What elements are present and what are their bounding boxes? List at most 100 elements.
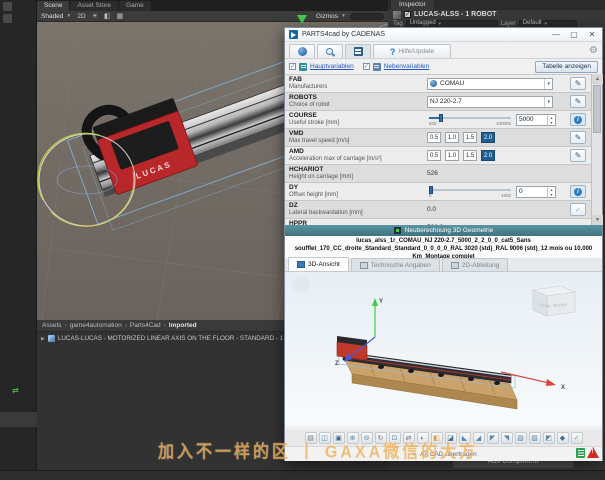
breadcrumb-separator: › (125, 322, 127, 329)
variable-table: FABManufacturersCOMAU▾✎ROBOTSChoice of r… (285, 74, 591, 225)
effects-icon[interactable]: ▦ (117, 12, 124, 20)
option-0.5[interactable]: 0.5 (427, 150, 441, 161)
slider-track[interactable] (429, 117, 511, 119)
slider-track[interactable] (429, 189, 511, 191)
settings-gear-icon[interactable]: ⚙ (589, 44, 598, 58)
close-button[interactable]: ✕ (586, 29, 598, 41)
breadcrumb-item[interactable]: game4automation (70, 322, 122, 329)
breadcrumb-item[interactable]: Parts4Cad (130, 322, 161, 329)
show-table-button[interactable]: Tabelle anzeigen (535, 61, 598, 73)
edit-button[interactable]: ✎ (570, 77, 586, 90)
2d-toggle[interactable]: 2D (77, 13, 85, 20)
active-checkbox[interactable]: ✓ (404, 11, 411, 18)
main-variables-link[interactable]: Hauptvariablen (310, 63, 354, 70)
scroll-down-icon[interactable]: ▼ (592, 215, 603, 225)
expander-icon[interactable]: ▶ (41, 336, 45, 342)
search-icon (325, 47, 335, 57)
option-1.0[interactable]: 1.0 (445, 150, 459, 161)
edit-button[interactable]: ✎ (570, 131, 586, 144)
tab-catalog[interactable] (289, 44, 315, 58)
scene-toolbar: Shaded ▼ 2D ☀ ◧ ▦ Gizmos ▼ (37, 11, 388, 22)
layer-value: Default (523, 20, 542, 27)
value-spinner[interactable]: 5000▴▾ (516, 114, 556, 126)
tab-icon (297, 261, 305, 268)
parts4cad-dialog: PARTS4cad by CADENAS — ▢ ✕ ? Hilfe/Updat… (284, 27, 603, 461)
option-0.5[interactable]: 0.5 (427, 132, 441, 143)
variable-control: 0.0 (425, 201, 565, 218)
audio-icon[interactable]: ◧ (104, 12, 111, 20)
table-row: DYOffset height [mm]016000▴▾i (285, 183, 591, 201)
gizmos-dropdown[interactable]: Gizmos ▼ (316, 13, 346, 20)
value-spinner[interactable]: 0▴▾ (516, 186, 556, 198)
inspector-tab-bar: Inspector (388, 0, 605, 10)
option-2.0[interactable]: 2.0 (481, 150, 495, 161)
gizmos-label: Gizmos (316, 13, 338, 20)
option-1.0[interactable]: 1.0 (445, 132, 459, 143)
prefab-icon (48, 335, 55, 342)
tab-search[interactable] (317, 44, 343, 58)
scroll-up-icon[interactable]: ▲ (592, 74, 603, 84)
tab-2d-ableitung[interactable]: 2D-Ableitung (442, 258, 509, 271)
table-row: FABManufacturersCOMAU▾✎ (285, 75, 591, 93)
info-button[interactable]: i (570, 113, 586, 126)
breadcrumb-item[interactable]: Assets (42, 322, 62, 329)
table-icon (354, 47, 363, 56)
swap-arrows-icon: ⇄ (12, 386, 18, 395)
tab-help-update[interactable]: ? Hilfe/Update (373, 44, 451, 58)
variables-filter-row: ✓ Hauptvariablen ✓ Nebenvariablen Tabell… (285, 59, 602, 74)
table-row: HCHARIOTHeight on carriage [mm]526 (285, 165, 591, 183)
tab-scene[interactable]: Scene (37, 1, 69, 11)
maximize-button[interactable]: ▢ (568, 29, 580, 41)
breadcrumb-item[interactable]: Imported (169, 322, 197, 329)
minimize-button[interactable]: — (550, 29, 562, 41)
edit-button[interactable]: ✎ (570, 149, 586, 162)
dialog-tab-bar: ? Hilfe/Update ⚙ (285, 42, 602, 59)
variable-label: DZLateral backwardation [mm] (285, 201, 425, 218)
secondary-variables-checkbox[interactable]: ✓ (363, 63, 370, 70)
panel-icon[interactable] (3, 2, 12, 11)
left-panel-strip: ⇄ (0, 0, 37, 470)
lighting-icon[interactable]: ☀ (92, 12, 98, 20)
tab-3d-ansicht[interactable]: 3D-Ansicht (288, 257, 349, 271)
tab-technische-angaben[interactable]: Technische Angaben (351, 258, 440, 271)
variable-control[interactable]: COMAU▾ (425, 75, 565, 92)
chevron-down-icon: ▼ (341, 13, 346, 19)
tab-asset-store[interactable]: Asset Store (70, 1, 118, 11)
tab-game[interactable]: Game (119, 1, 151, 11)
value-dropdown[interactable]: NJ 220-2.7▾ (427, 96, 553, 108)
table-row: VMDMax travel speed [m/s]0.51.01.52.0✎ (285, 129, 591, 147)
edit-button[interactable]: ✎ (570, 95, 586, 108)
main-variables-checkbox[interactable]: ✓ (289, 63, 296, 70)
variable-control[interactable]: 0.5 1.0 1.5 2.0 (425, 147, 565, 164)
variable-control[interactable]: 5001000005000▴▾ (425, 111, 565, 128)
status-bar (0, 470, 605, 480)
chevron-down-icon: ▼ (544, 20, 548, 27)
variable-control[interactable]: 0.5 1.0 1.5 2.0 (425, 129, 565, 146)
scroll-thumb[interactable] (593, 85, 601, 133)
scene-search-input[interactable] (350, 13, 384, 20)
tag-label: Tag (393, 21, 403, 27)
strip-selected-row[interactable] (0, 412, 37, 427)
value-dropdown[interactable]: COMAU▾ (427, 78, 553, 90)
secondary-variables-link[interactable]: Nebenvariablen (384, 63, 430, 70)
panel-icon[interactable] (3, 14, 12, 23)
option-1.5[interactable]: 1.5 (463, 150, 477, 161)
view-cube: Vorne Rechts (533, 286, 575, 316)
confirm-button[interactable]: ✓ (570, 203, 586, 216)
info-button[interactable]: i (570, 185, 586, 198)
dialog-title-bar[interactable]: PARTS4cad by CADENAS — ▢ ✕ (285, 28, 602, 42)
shading-dropdown[interactable]: Shaded ▼ (41, 13, 71, 20)
variable-control[interactable]: NJ 220-2.7▾ (425, 93, 565, 110)
variable-label: COURSEUseful stroke [mm] (285, 111, 425, 128)
3d-preview[interactable]: Vorne Rechts (285, 272, 602, 426)
geometry-icon (394, 227, 401, 234)
table-scrollbar[interactable]: ▲ ▼ (591, 74, 602, 225)
tab-variables[interactable] (345, 44, 371, 58)
option-2.0[interactable]: 2.0 (481, 132, 495, 143)
option-1.5[interactable]: 1.5 (463, 132, 477, 143)
tab-inspector[interactable]: Inspector (391, 0, 434, 10)
table-row: AMDAcceleration max of carriage [m/s²]0.… (285, 147, 591, 165)
gameobject-icon (393, 11, 401, 19)
screen: ⇄ SceneAsset StoreGame Shaded ▼ 2D ☀ ◧ ▦… (0, 0, 605, 480)
variable-control[interactable]: 016000▴▾ (425, 183, 565, 200)
